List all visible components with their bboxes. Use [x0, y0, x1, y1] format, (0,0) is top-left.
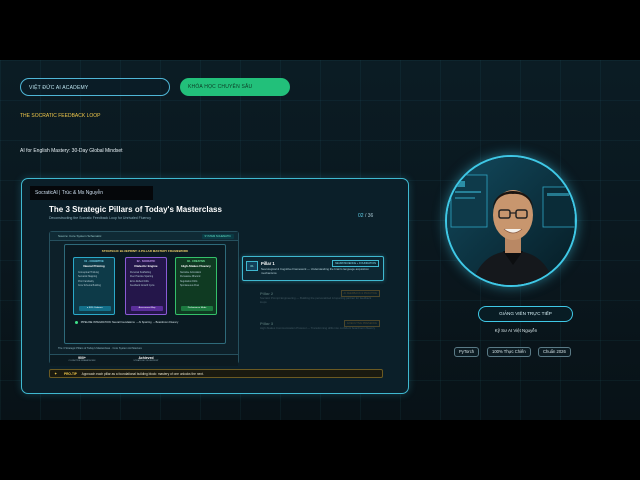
presenter-tag: SocraticAI | Trúc & Ms Nguyễn: [30, 186, 153, 200]
stat-block: 900+ COGNITIVE FRAMEWORK: [52, 356, 112, 362]
pro-tip-bar: ✦ PRO-TIP Approach each pillar as a foun…: [49, 369, 383, 378]
pillar-card-2: Pillar 2 AI FEEDBACK & PRACTICE Socratic…: [242, 287, 384, 307]
presenter-role: Kỹ Sư AI Việt Nguyễn: [494, 328, 538, 333]
column-list: Personal Scaffolding Peer Practice Sparr…: [126, 271, 166, 288]
column-button: Performance Mode: [181, 306, 213, 311]
pillar-column-socratic: 02 · SOCRATIC Dialectic Engine Personal …: [125, 257, 167, 315]
stat-label: STRATEGIC BLUEPRINT: [133, 360, 159, 362]
diagram-badge: SYSTEM SCHEMATIC: [201, 234, 234, 239]
pillar-column-cognitive: 01 · COGNITIVE Neural Priming Conceptual…: [73, 257, 115, 315]
list-item: Spontaneous Flow: [180, 284, 200, 287]
pillar-name: Pillar 1: [261, 261, 275, 266]
status-pill: KHÓA HỌC CHUYÊN SÂU: [180, 78, 290, 96]
pipeline-text: PIPELINE INTEGRATION: Neural Foundations…: [80, 321, 179, 325]
pillar-column-creative: 03 · CREATIVE High-Stakes Fluency Narrat…: [175, 257, 217, 315]
slide-title: The 3 Strategic Pillars of Today's Maste…: [49, 205, 222, 214]
column-head: 02 · SOCRATIC: [136, 260, 156, 263]
pillar-description: High-Stakes Communication Protocol — Tra…: [260, 326, 376, 330]
column-list: Conceptual Thinking Semantic Mapping Pri…: [74, 271, 114, 288]
column-sub: Neural Priming: [83, 264, 105, 268]
pillar-description: Socratic Prompt Engineering — Building t…: [260, 296, 372, 304]
slide-card: SocraticAI | Trúc & Ms Nguyễn The 3 Stra…: [21, 178, 409, 394]
status-dot-icon: [75, 321, 78, 324]
column-sub: Dialectic Engine: [134, 264, 158, 268]
skill-chip-standard: Chuẩn 2026: [538, 347, 571, 357]
presenter-avatar: [445, 155, 577, 287]
video-frame: VIỆT ĐỨC AI ACADEMY KHÓA HỌC CHUYÊN SÂU …: [0, 60, 640, 420]
pillar-tag: NEUROSCIENCE + FOUNDATION: [332, 260, 379, 267]
schematic-diagram: Source: Core System Schematic SYSTEM SCH…: [49, 231, 239, 366]
list-item: Core Schema Building: [78, 284, 101, 287]
stat-label: COGNITIVE FRAMEWORK: [68, 360, 96, 362]
column-head: 01 · COGNITIVE: [84, 260, 104, 263]
pillar-card-1: 01 Pillar 1 NEUROSCIENCE + FOUNDATION Ne…: [242, 256, 384, 281]
slide-pager: 02 / 36: [358, 213, 373, 219]
skill-chip-practice: 100% Thực Chiến: [487, 347, 531, 357]
presenter-nameplate: GIẢNG VIÊN TRỰC TIẾP: [478, 306, 573, 322]
column-head: 03 · CREATIVE: [186, 260, 206, 263]
stat-block: Achieved STRATEGIC BLUEPRINT: [116, 356, 176, 362]
pro-tip-label: PRO-TIP: [64, 372, 77, 376]
diagram-caption: The 3 Strategic Pillars of Today's Maste…: [58, 347, 142, 350]
diagram-source-bar: Source: Core System Schematic SYSTEM SCH…: [50, 232, 238, 241]
pipeline-line: PIPELINE INTEGRATION: Neural Foundations…: [75, 321, 215, 324]
skill-chip-pytorch: PyTorch: [454, 347, 480, 357]
blueprint-title: STRATEGIC BLUEPRINT: 3-PILLAR MASTERY FR…: [101, 249, 189, 253]
slide-subtitle: Deconstructing the Socratic Feedback Loo…: [49, 216, 151, 220]
lightbulb-icon: ✦: [54, 371, 58, 376]
list-item: Feedback Growth Cycle: [130, 284, 155, 287]
stats-bar: 900+ COGNITIVE FRAMEWORK Achieved STRATE…: [50, 354, 238, 366]
pillar-number: 01: [246, 261, 258, 271]
course-subtitle: AI for English Mastery: 30-Day Global Mi…: [20, 148, 123, 154]
column-sub: High-Stakes Fluency: [181, 264, 211, 268]
column-list: Narrative Articulation Persuasive Rhetor…: [176, 271, 216, 288]
academy-pill: VIỆT ĐỨC AI ACADEMY: [20, 78, 170, 96]
blueprint-panel: STRATEGIC BLUEPRINT: 3-PILLAR MASTERY FR…: [64, 244, 226, 344]
diagram-source-label: Source: Core System Schematic: [58, 234, 102, 238]
pro-tip-text: Approach each pillar as a foundational b…: [81, 372, 204, 376]
column-button: ▸ 80% Cadence: [79, 306, 111, 311]
pillar-description: Neurological & Cognitive Framework — Und…: [261, 267, 369, 275]
presenter-photo: [447, 157, 575, 285]
page-current: 02: [358, 213, 364, 219]
pillar-card-3: Pillar 3 EXECUTIVE PRESENCE High-Stakes …: [242, 317, 384, 337]
page-separator: /: [364, 213, 367, 219]
column-button: Assessment Map: [131, 306, 163, 311]
page-total: 36: [367, 213, 374, 219]
tagline: THE SOCRATIC FEEDBACK LOOP: [20, 113, 101, 119]
